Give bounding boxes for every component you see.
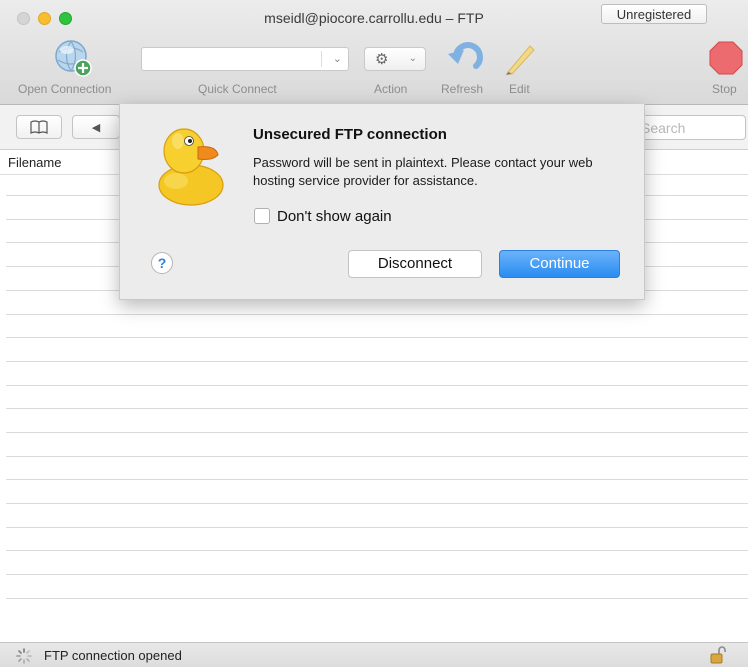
combo-separator xyxy=(321,51,322,67)
chevron-down-icon[interactable]: ⌄ xyxy=(333,52,342,65)
unregistered-button[interactable]: Unregistered xyxy=(601,4,707,24)
row-divider xyxy=(6,408,748,409)
edit-label[interactable]: Edit xyxy=(509,82,530,96)
back-button[interactable]: ◀ xyxy=(72,115,120,139)
unsecured-connection-dialog: Unsecured FTP connection Password will b… xyxy=(119,104,645,300)
row-divider xyxy=(6,337,748,338)
status-bar: FTP connection opened xyxy=(0,642,748,667)
dialog-message: Password will be sent in plaintext. Plea… xyxy=(253,155,593,188)
row-divider xyxy=(6,432,748,433)
app-window: mseidl@piocore.carrollu.edu – FTP Unregi… xyxy=(0,0,748,667)
row-divider xyxy=(6,503,748,504)
row-divider xyxy=(6,314,748,315)
dialog-title: Unsecured FTP connection xyxy=(253,126,447,143)
row-divider xyxy=(6,456,748,457)
disconnect-button[interactable]: Disconnect xyxy=(348,250,482,278)
row-divider xyxy=(6,527,748,528)
continue-button[interactable]: Continue xyxy=(499,250,620,278)
row-divider xyxy=(6,550,748,551)
spinner-icon xyxy=(16,648,32,664)
dont-show-again-checkbox[interactable] xyxy=(254,208,270,224)
chevron-down-icon: ⌄ xyxy=(408,53,417,64)
row-divider xyxy=(6,385,748,386)
row-divider xyxy=(6,598,748,599)
action-label[interactable]: Action xyxy=(374,82,407,96)
dont-show-again-label[interactable]: Don't show again xyxy=(277,208,392,225)
toolbar: mseidl@piocore.carrollu.edu – FTP Unregi… xyxy=(0,0,748,105)
book-icon xyxy=(30,120,48,134)
row-divider xyxy=(6,574,748,575)
quick-connect-label: Quick Connect xyxy=(198,82,277,96)
quick-connect-combo[interactable]: ⌄ xyxy=(141,47,349,71)
action-button[interactable]: ⚙ ⌄ xyxy=(364,47,426,71)
search-placeholder: Search xyxy=(641,120,686,136)
back-arrow-icon: ◀ xyxy=(91,122,101,134)
pencil-icon[interactable] xyxy=(500,40,538,76)
status-text: FTP connection opened xyxy=(44,648,182,663)
open-connection-label[interactable]: Open Connection xyxy=(18,82,111,96)
filename-header-label: Filename xyxy=(8,155,62,170)
globe-plus-icon[interactable] xyxy=(52,38,94,80)
refresh-label[interactable]: Refresh xyxy=(441,82,483,96)
stop-icon[interactable] xyxy=(708,40,744,76)
help-button[interactable]: ? xyxy=(151,252,173,274)
unlocked-padlock-icon[interactable] xyxy=(709,646,727,664)
refresh-icon[interactable] xyxy=(446,40,486,76)
row-divider xyxy=(6,361,748,362)
bookmarks-button[interactable] xyxy=(16,115,62,139)
stop-label[interactable]: Stop xyxy=(712,82,737,96)
duck-icon xyxy=(158,128,224,206)
row-divider xyxy=(6,479,748,480)
gear-icon: ⚙ xyxy=(375,51,389,68)
